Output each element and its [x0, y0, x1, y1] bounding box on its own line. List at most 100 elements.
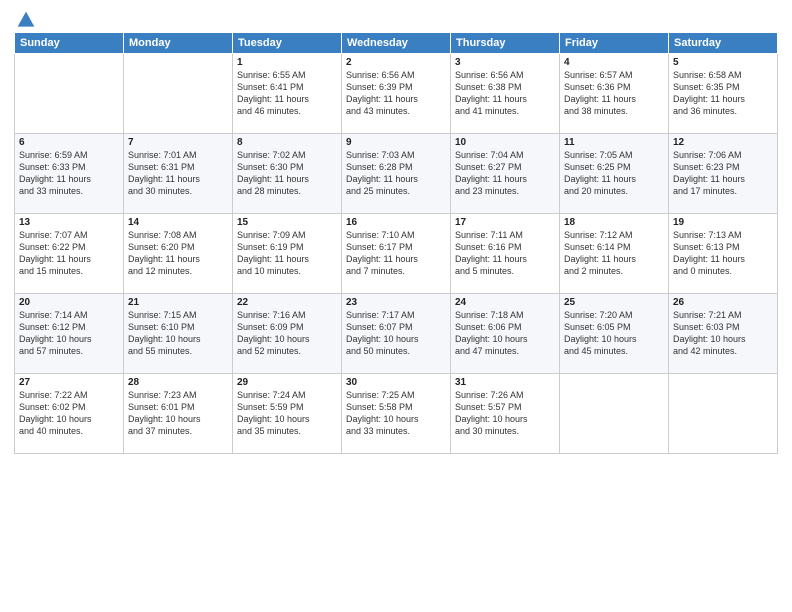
- day-content: Sunrise: 6:58 AM Sunset: 6:35 PM Dayligh…: [673, 69, 773, 118]
- calendar-cell: [669, 374, 778, 454]
- day-header-monday: Monday: [124, 33, 233, 54]
- calendar-cell: 20Sunrise: 7:14 AM Sunset: 6:12 PM Dayli…: [15, 294, 124, 374]
- day-number: 19: [673, 217, 773, 228]
- day-content: Sunrise: 7:17 AM Sunset: 6:07 PM Dayligh…: [346, 309, 446, 358]
- calendar-cell: 12Sunrise: 7:06 AM Sunset: 6:23 PM Dayli…: [669, 134, 778, 214]
- calendar-cell: 6Sunrise: 6:59 AM Sunset: 6:33 PM Daylig…: [15, 134, 124, 214]
- day-content: Sunrise: 7:24 AM Sunset: 5:59 PM Dayligh…: [237, 389, 337, 438]
- day-content: Sunrise: 6:56 AM Sunset: 6:39 PM Dayligh…: [346, 69, 446, 118]
- calendar-cell: 2Sunrise: 6:56 AM Sunset: 6:39 PM Daylig…: [342, 54, 451, 134]
- calendar-week-2: 6Sunrise: 6:59 AM Sunset: 6:33 PM Daylig…: [15, 134, 778, 214]
- day-header-sunday: Sunday: [15, 33, 124, 54]
- day-number: 31: [455, 377, 555, 388]
- calendar-cell: [15, 54, 124, 134]
- calendar-cell: 31Sunrise: 7:26 AM Sunset: 5:57 PM Dayli…: [451, 374, 560, 454]
- calendar-cell: 22Sunrise: 7:16 AM Sunset: 6:09 PM Dayli…: [233, 294, 342, 374]
- day-content: Sunrise: 7:07 AM Sunset: 6:22 PM Dayligh…: [19, 229, 119, 278]
- day-content: Sunrise: 7:08 AM Sunset: 6:20 PM Dayligh…: [128, 229, 228, 278]
- day-content: Sunrise: 7:06 AM Sunset: 6:23 PM Dayligh…: [673, 149, 773, 198]
- day-number: 2: [346, 57, 446, 68]
- day-content: Sunrise: 7:22 AM Sunset: 6:02 PM Dayligh…: [19, 389, 119, 438]
- day-content: Sunrise: 6:57 AM Sunset: 6:36 PM Dayligh…: [564, 69, 664, 118]
- calendar-cell: 13Sunrise: 7:07 AM Sunset: 6:22 PM Dayli…: [15, 214, 124, 294]
- day-header-thursday: Thursday: [451, 33, 560, 54]
- day-number: 6: [19, 137, 119, 148]
- day-number: 22: [237, 297, 337, 308]
- page: SundayMondayTuesdayWednesdayThursdayFrid…: [0, 0, 792, 612]
- calendar-cell: 29Sunrise: 7:24 AM Sunset: 5:59 PM Dayli…: [233, 374, 342, 454]
- day-number: 17: [455, 217, 555, 228]
- calendar-cell: 1Sunrise: 6:55 AM Sunset: 6:41 PM Daylig…: [233, 54, 342, 134]
- day-content: Sunrise: 7:09 AM Sunset: 6:19 PM Dayligh…: [237, 229, 337, 278]
- day-number: 7: [128, 137, 228, 148]
- day-content: Sunrise: 7:23 AM Sunset: 6:01 PM Dayligh…: [128, 389, 228, 438]
- day-content: Sunrise: 7:13 AM Sunset: 6:13 PM Dayligh…: [673, 229, 773, 278]
- day-content: Sunrise: 7:03 AM Sunset: 6:28 PM Dayligh…: [346, 149, 446, 198]
- calendar-cell: 23Sunrise: 7:17 AM Sunset: 6:07 PM Dayli…: [342, 294, 451, 374]
- day-number: 9: [346, 137, 446, 148]
- day-content: Sunrise: 7:04 AM Sunset: 6:27 PM Dayligh…: [455, 149, 555, 198]
- calendar-cell: 27Sunrise: 7:22 AM Sunset: 6:02 PM Dayli…: [15, 374, 124, 454]
- calendar-cell: 4Sunrise: 6:57 AM Sunset: 6:36 PM Daylig…: [560, 54, 669, 134]
- day-number: 8: [237, 137, 337, 148]
- day-number: 14: [128, 217, 228, 228]
- calendar-cell: 9Sunrise: 7:03 AM Sunset: 6:28 PM Daylig…: [342, 134, 451, 214]
- calendar-cell: 26Sunrise: 7:21 AM Sunset: 6:03 PM Dayli…: [669, 294, 778, 374]
- day-number: 13: [19, 217, 119, 228]
- calendar-cell: 11Sunrise: 7:05 AM Sunset: 6:25 PM Dayli…: [560, 134, 669, 214]
- day-content: Sunrise: 7:15 AM Sunset: 6:10 PM Dayligh…: [128, 309, 228, 358]
- logo-icon: [16, 10, 36, 30]
- calendar-cell: 19Sunrise: 7:13 AM Sunset: 6:13 PM Dayli…: [669, 214, 778, 294]
- day-number: 15: [237, 217, 337, 228]
- calendar-cell: [560, 374, 669, 454]
- day-number: 25: [564, 297, 664, 308]
- day-number: 16: [346, 217, 446, 228]
- day-content: Sunrise: 7:01 AM Sunset: 6:31 PM Dayligh…: [128, 149, 228, 198]
- calendar-cell: 3Sunrise: 6:56 AM Sunset: 6:38 PM Daylig…: [451, 54, 560, 134]
- calendar-cell: 18Sunrise: 7:12 AM Sunset: 6:14 PM Dayli…: [560, 214, 669, 294]
- day-content: Sunrise: 7:20 AM Sunset: 6:05 PM Dayligh…: [564, 309, 664, 358]
- day-number: 21: [128, 297, 228, 308]
- day-number: 24: [455, 297, 555, 308]
- day-content: Sunrise: 7:16 AM Sunset: 6:09 PM Dayligh…: [237, 309, 337, 358]
- calendar-cell: 28Sunrise: 7:23 AM Sunset: 6:01 PM Dayli…: [124, 374, 233, 454]
- day-content: Sunrise: 7:25 AM Sunset: 5:58 PM Dayligh…: [346, 389, 446, 438]
- day-content: Sunrise: 7:18 AM Sunset: 6:06 PM Dayligh…: [455, 309, 555, 358]
- day-number: 23: [346, 297, 446, 308]
- day-number: 10: [455, 137, 555, 148]
- day-content: Sunrise: 6:55 AM Sunset: 6:41 PM Dayligh…: [237, 69, 337, 118]
- day-number: 11: [564, 137, 664, 148]
- calendar-cell: 16Sunrise: 7:10 AM Sunset: 6:17 PM Dayli…: [342, 214, 451, 294]
- day-number: 3: [455, 57, 555, 68]
- calendar-cell: 17Sunrise: 7:11 AM Sunset: 6:16 PM Dayli…: [451, 214, 560, 294]
- day-number: 18: [564, 217, 664, 228]
- day-number: 4: [564, 57, 664, 68]
- calendar-cell: 15Sunrise: 7:09 AM Sunset: 6:19 PM Dayli…: [233, 214, 342, 294]
- day-number: 20: [19, 297, 119, 308]
- calendar-week-5: 27Sunrise: 7:22 AM Sunset: 6:02 PM Dayli…: [15, 374, 778, 454]
- day-header-wednesday: Wednesday: [342, 33, 451, 54]
- day-content: Sunrise: 7:05 AM Sunset: 6:25 PM Dayligh…: [564, 149, 664, 198]
- calendar-cell: 24Sunrise: 7:18 AM Sunset: 6:06 PM Dayli…: [451, 294, 560, 374]
- day-number: 26: [673, 297, 773, 308]
- day-number: 29: [237, 377, 337, 388]
- calendar-cell: 10Sunrise: 7:04 AM Sunset: 6:27 PM Dayli…: [451, 134, 560, 214]
- day-number: 5: [673, 57, 773, 68]
- calendar-cell: 7Sunrise: 7:01 AM Sunset: 6:31 PM Daylig…: [124, 134, 233, 214]
- day-number: 30: [346, 377, 446, 388]
- calendar-cell: 25Sunrise: 7:20 AM Sunset: 6:05 PM Dayli…: [560, 294, 669, 374]
- calendar-week-4: 20Sunrise: 7:14 AM Sunset: 6:12 PM Dayli…: [15, 294, 778, 374]
- day-number: 28: [128, 377, 228, 388]
- day-content: Sunrise: 6:59 AM Sunset: 6:33 PM Dayligh…: [19, 149, 119, 198]
- day-content: Sunrise: 7:21 AM Sunset: 6:03 PM Dayligh…: [673, 309, 773, 358]
- day-content: Sunrise: 7:12 AM Sunset: 6:14 PM Dayligh…: [564, 229, 664, 278]
- day-content: Sunrise: 7:14 AM Sunset: 6:12 PM Dayligh…: [19, 309, 119, 358]
- day-content: Sunrise: 7:11 AM Sunset: 6:16 PM Dayligh…: [455, 229, 555, 278]
- day-header-tuesday: Tuesday: [233, 33, 342, 54]
- calendar-week-3: 13Sunrise: 7:07 AM Sunset: 6:22 PM Dayli…: [15, 214, 778, 294]
- day-header-saturday: Saturday: [669, 33, 778, 54]
- day-number: 27: [19, 377, 119, 388]
- day-content: Sunrise: 7:02 AM Sunset: 6:30 PM Dayligh…: [237, 149, 337, 198]
- day-content: Sunrise: 7:10 AM Sunset: 6:17 PM Dayligh…: [346, 229, 446, 278]
- logo: [14, 10, 36, 26]
